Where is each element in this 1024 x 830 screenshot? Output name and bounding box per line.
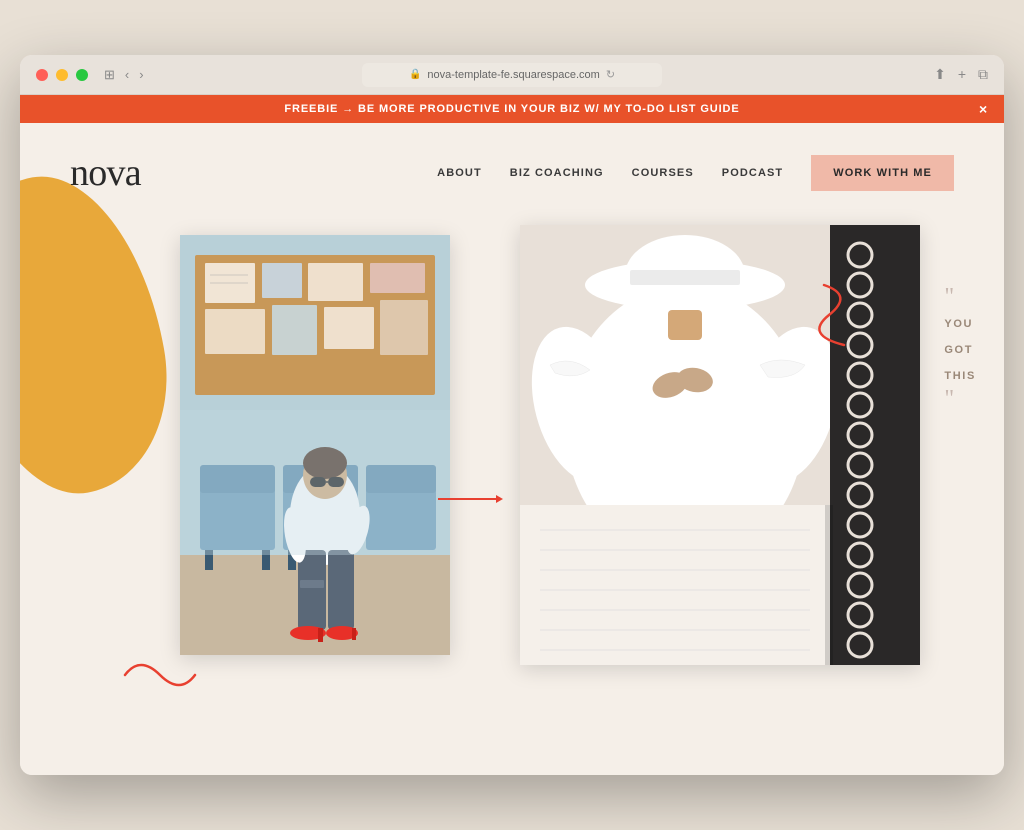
- nav-courses[interactable]: COURSES: [632, 167, 694, 179]
- close-button[interactable]: [36, 69, 48, 81]
- title-bar-actions: ⬆ + ⧉: [934, 66, 988, 83]
- red-squiggle-left-decoration: [120, 645, 200, 705]
- quote-line3: THIS: [944, 365, 976, 387]
- forward-icon[interactable]: ›: [139, 67, 143, 82]
- back-icon[interactable]: ‹: [125, 67, 129, 82]
- banner-text: FREEBIE → BE MORE PRODUCTIVE IN YOUR BIZ…: [284, 103, 739, 115]
- nav-links: ABOUT BIZ COACHING COURSES PODCAST WORK …: [437, 155, 954, 191]
- work-with-me-button[interactable]: WORK WITH ME: [811, 155, 954, 191]
- mac-window: ⊞ ‹ › 🔒 nova-template-fe.squarespace.com…: [20, 55, 1004, 775]
- traffic-lights: [36, 69, 88, 81]
- banner-close-button[interactable]: ×: [979, 101, 988, 117]
- open-quote: ": [944, 285, 976, 309]
- quote-area: " YOU GOT THIS ": [944, 285, 976, 411]
- new-tab-icon[interactable]: +: [958, 66, 966, 83]
- minimize-button[interactable]: [56, 69, 68, 81]
- quote-line1: YOU: [944, 313, 976, 335]
- reload-icon[interactable]: ↻: [606, 68, 615, 81]
- lock-icon: 🔒: [409, 69, 421, 80]
- close-quote: ": [944, 387, 976, 411]
- waiting-room-image: [180, 235, 450, 655]
- address-bar[interactable]: 🔒 nova-template-fe.squarespace.com ↻: [362, 63, 662, 87]
- red-squiggle-right-decoration: [814, 275, 864, 355]
- site-logo[interactable]: nova: [70, 151, 437, 195]
- navigation: nova ABOUT BIZ COACHING COURSES PODCAST …: [20, 123, 1004, 215]
- title-bar: ⊞ ‹ › 🔒 nova-template-fe.squarespace.com…: [20, 55, 1004, 95]
- nav-biz-coaching[interactable]: BIZ COACHING: [510, 167, 604, 179]
- sidebar-toggle-icon[interactable]: ⊞: [104, 67, 115, 83]
- share-icon[interactable]: ⬆: [934, 66, 946, 83]
- maximize-button[interactable]: [76, 69, 88, 81]
- windows-icon[interactable]: ⧉: [978, 66, 988, 83]
- url-text: nova-template-fe.squarespace.com: [427, 69, 599, 81]
- photo-left: [180, 235, 450, 655]
- announcement-banner: FREEBIE → BE MORE PRODUCTIVE IN YOUR BIZ…: [20, 95, 1004, 123]
- quote-line2: GOT: [944, 339, 976, 361]
- nav-podcast[interactable]: PODCAST: [722, 167, 783, 179]
- nav-controls: ⊞ ‹ ›: [104, 67, 144, 83]
- site-content: FREEBIE → BE MORE PRODUCTIVE IN YOUR BIZ…: [20, 95, 1004, 775]
- nav-about[interactable]: ABOUT: [437, 167, 482, 179]
- connector-line: [438, 495, 503, 503]
